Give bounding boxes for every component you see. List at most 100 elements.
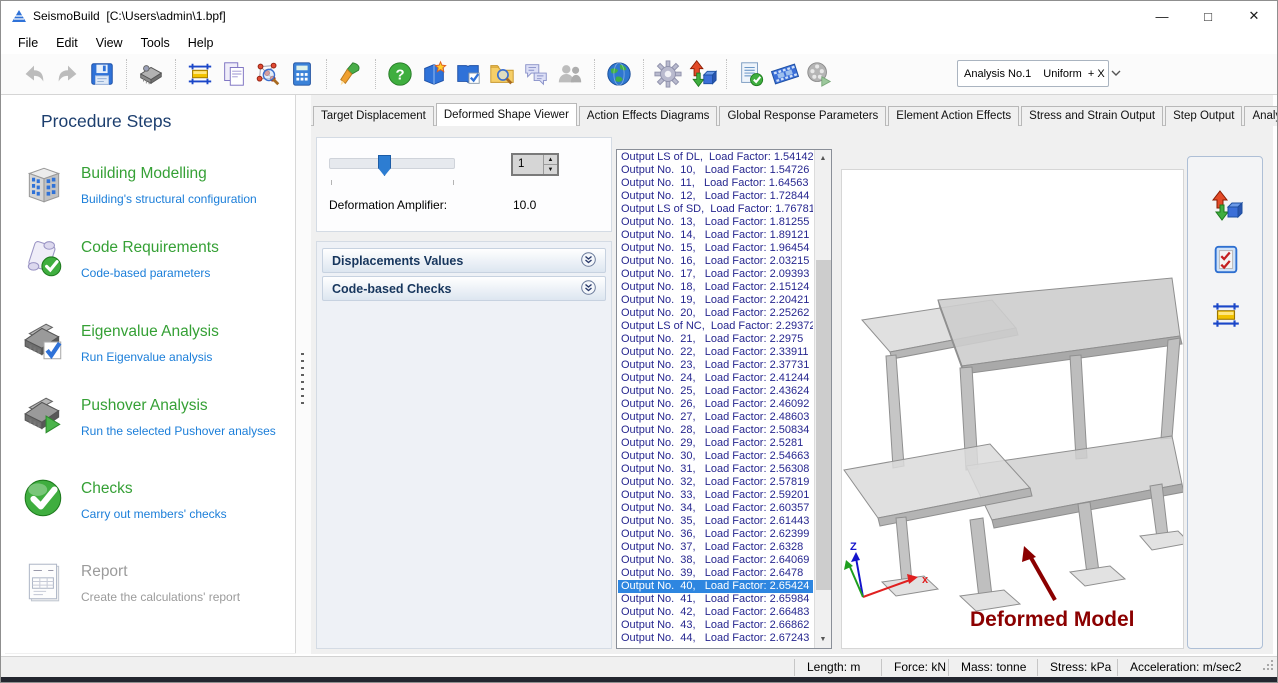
- tab-element-action-effects[interactable]: Element Action Effects: [888, 106, 1019, 126]
- menu-edit[interactable]: Edit: [47, 34, 87, 52]
- resize-grip[interactable]: [1262, 659, 1274, 674]
- report-document-button[interactable]: [217, 57, 251, 91]
- minimize-button[interactable]: —: [1139, 1, 1185, 31]
- tab-deformed-shape-viewer[interactable]: Deformed Shape Viewer: [436, 103, 577, 126]
- output-list-item[interactable]: Output No. 41, Load Factor: 2.65984: [618, 593, 813, 606]
- output-list-item[interactable]: Output No. 43, Load Factor: 2.66862: [618, 619, 813, 632]
- amplifier-slider[interactable]: [329, 158, 455, 169]
- close-button[interactable]: ✕: [1231, 1, 1277, 31]
- sidebar-item-code-requirements[interactable]: Code Requirements Code-based parameters: [21, 233, 285, 291]
- sidebar-item-building-modelling[interactable]: Building Modelling Building's structural…: [21, 159, 285, 217]
- sidebar-item-pushover-analysis[interactable]: Pushover Analysis Run the selected Pusho…: [21, 391, 285, 449]
- menu-help[interactable]: Help: [179, 34, 223, 52]
- tab-action-effects-diagrams[interactable]: Action Effects Diagrams: [579, 106, 718, 126]
- processor-button[interactable]: [134, 57, 168, 91]
- spinner-down-button[interactable]: ▼: [544, 164, 557, 174]
- output-list-item[interactable]: Output No. 11, Load Factor: 1.64563: [618, 177, 813, 190]
- verify-book-button[interactable]: [451, 57, 485, 91]
- output-list-item[interactable]: Output No. 40, Load Factor: 2.65424: [618, 580, 813, 593]
- output-list-item[interactable]: Output No. 15, Load Factor: 1.96454: [618, 242, 813, 255]
- deformed-shape-button[interactable]: [685, 57, 719, 91]
- collapse-chevron-icon[interactable]: [581, 280, 596, 298]
- output-list-item[interactable]: Output No. 26, Load Factor: 2.46092: [618, 398, 813, 411]
- output-list-item[interactable]: Output No. 10, Load Factor: 1.54726: [618, 164, 813, 177]
- output-list-item[interactable]: Output No. 19, Load Factor: 2.20421: [618, 294, 813, 307]
- section-code-based-checks[interactable]: Code-based Checks: [322, 276, 606, 301]
- undo-button[interactable]: [17, 57, 51, 91]
- manual-book-button[interactable]: [417, 57, 451, 91]
- output-list-item[interactable]: Output LS of SD, Load Factor: 1.76781: [618, 203, 813, 216]
- output-list-item[interactable]: Output No. 38, Load Factor: 2.64069: [618, 554, 813, 567]
- output-list-item[interactable]: Output No. 18, Load Factor: 2.15124: [618, 281, 813, 294]
- output-list-item[interactable]: Output No. 35, Load Factor: 2.61443: [618, 515, 813, 528]
- analysis-selector[interactable]: Analysis No.1 Uniform + X: [957, 60, 1109, 87]
- output-list-item[interactable]: Output No. 21, Load Factor: 2.2975: [618, 333, 813, 346]
- slider-thumb[interactable]: [378, 155, 391, 176]
- output-list-item[interactable]: Output No. 13, Load Factor: 1.81255: [618, 216, 813, 229]
- output-list-item[interactable]: Output No. 24, Load Factor: 2.41244: [618, 372, 813, 385]
- tab-global-response-parameters[interactable]: Global Response Parameters: [719, 106, 886, 126]
- log-document-button[interactable]: [734, 57, 768, 91]
- scroll-down-arrow[interactable]: ▼: [815, 631, 831, 648]
- output-list-item[interactable]: Output No. 14, Load Factor: 1.89121: [618, 229, 813, 242]
- tab-step-output[interactable]: Step Output: [1165, 106, 1242, 126]
- output-list-item[interactable]: Output No. 29, Load Factor: 2.5281: [618, 437, 813, 450]
- output-list-item[interactable]: Output No. 12, Load Factor: 1.72844: [618, 190, 813, 203]
- sidebar-item-checks[interactable]: Checks Carry out members' checks: [21, 474, 285, 532]
- output-list-item[interactable]: Output LS of NC, Load Factor: 2.29372: [618, 320, 813, 333]
- web-globe-button[interactable]: [602, 57, 636, 91]
- output-list-item[interactable]: Output No. 32, Load Factor: 2.57819: [618, 476, 813, 489]
- output-list-item[interactable]: Output No. 25, Load Factor: 2.43624: [618, 385, 813, 398]
- tab-stress-and-strain-output[interactable]: Stress and Strain Output: [1021, 106, 1163, 126]
- collapse-chevron-icon[interactable]: [581, 252, 596, 270]
- movie-maker-button[interactable]: [802, 57, 836, 91]
- output-list-item[interactable]: Output No. 23, Load Factor: 2.37731: [618, 359, 813, 372]
- menu-view[interactable]: View: [87, 34, 132, 52]
- output-list-item[interactable]: Output No. 36, Load Factor: 2.62399: [618, 528, 813, 541]
- output-list-item[interactable]: Output No. 28, Load Factor: 2.50834: [618, 424, 813, 437]
- output-list-item[interactable]: Output No. 30, Load Factor: 2.54663: [618, 450, 813, 463]
- scroll-up-arrow[interactable]: ▲: [815, 150, 831, 167]
- section-displacements-values[interactable]: Displacements Values: [322, 248, 606, 273]
- calculator-button[interactable]: [285, 57, 319, 91]
- list-scrollbar[interactable]: ▲ ▼: [814, 150, 831, 648]
- scroll-thumb[interactable]: [816, 260, 831, 590]
- output-list-item[interactable]: Output LS of DL, Load Factor: 1.54142: [618, 151, 813, 164]
- forum-users-button[interactable]: [553, 57, 587, 91]
- beam-section-button[interactable]: [183, 57, 217, 91]
- search-folder-button[interactable]: [485, 57, 519, 91]
- output-list-item[interactable]: Output No. 27, Load Factor: 2.48603: [618, 411, 813, 424]
- tab-analysis-logs[interactable]: Analysis Logs: [1244, 106, 1278, 126]
- amplifier-spinner[interactable]: 1 ▲ ▼: [511, 153, 559, 176]
- beam-section-icon[interactable]: [1209, 298, 1243, 332]
- output-list-item[interactable]: Output No. 22, Load Factor: 2.33911: [618, 346, 813, 359]
- menu-tools[interactable]: Tools: [132, 34, 179, 52]
- maximize-button[interactable]: □: [1185, 1, 1231, 31]
- output-list-item[interactable]: Output No. 44, Load Factor: 2.67243: [618, 632, 813, 645]
- output-list-item[interactable]: Output No. 16, Load Factor: 2.03215: [618, 255, 813, 268]
- output-list-item[interactable]: Output No. 17, Load Factor: 2.09393: [618, 268, 813, 281]
- save-button[interactable]: [85, 57, 119, 91]
- video-capture-button[interactable]: [768, 57, 802, 91]
- output-list-item[interactable]: Output No. 20, Load Factor: 2.25262: [618, 307, 813, 320]
- output-list-item[interactable]: Output No. 39, Load Factor: 2.6478: [618, 567, 813, 580]
- redo-button[interactable]: [51, 57, 85, 91]
- model-3d-canvas[interactable]: Z x Deformed Model: [841, 169, 1184, 649]
- feedback-bubbles-button[interactable]: [519, 57, 553, 91]
- model-viewer-button[interactable]: [251, 57, 285, 91]
- output-list[interactable]: Output LS of DL, Load Factor: 1.54142Out…: [616, 149, 832, 649]
- spinner-up-button[interactable]: ▲: [544, 155, 557, 164]
- tab-target-displacement[interactable]: Target Displacement: [313, 106, 434, 126]
- sidebar-item-eigenvalue-analysis[interactable]: Eigenvalue Analysis Run Eigenvalue analy…: [21, 317, 285, 375]
- sidebar-item-report[interactable]: Report Create the calculations' report: [21, 557, 285, 615]
- output-list-item[interactable]: Output No. 33, Load Factor: 2.59201: [618, 489, 813, 502]
- output-list-item[interactable]: Output No. 31, Load Factor: 2.56308: [618, 463, 813, 476]
- menu-file[interactable]: File: [9, 34, 47, 52]
- settings-gear-button[interactable]: [651, 57, 685, 91]
- output-list-item[interactable]: Output No. 37, Load Factor: 2.6328: [618, 541, 813, 554]
- deformed-shape-icon[interactable]: [1209, 189, 1243, 223]
- help-button[interactable]: ?: [383, 57, 417, 91]
- checks-list-icon[interactable]: [1209, 243, 1243, 277]
- output-list-item[interactable]: Output No. 34, Load Factor: 2.60357: [618, 502, 813, 515]
- output-list-item[interactable]: Output No. 42, Load Factor: 2.66483: [618, 606, 813, 619]
